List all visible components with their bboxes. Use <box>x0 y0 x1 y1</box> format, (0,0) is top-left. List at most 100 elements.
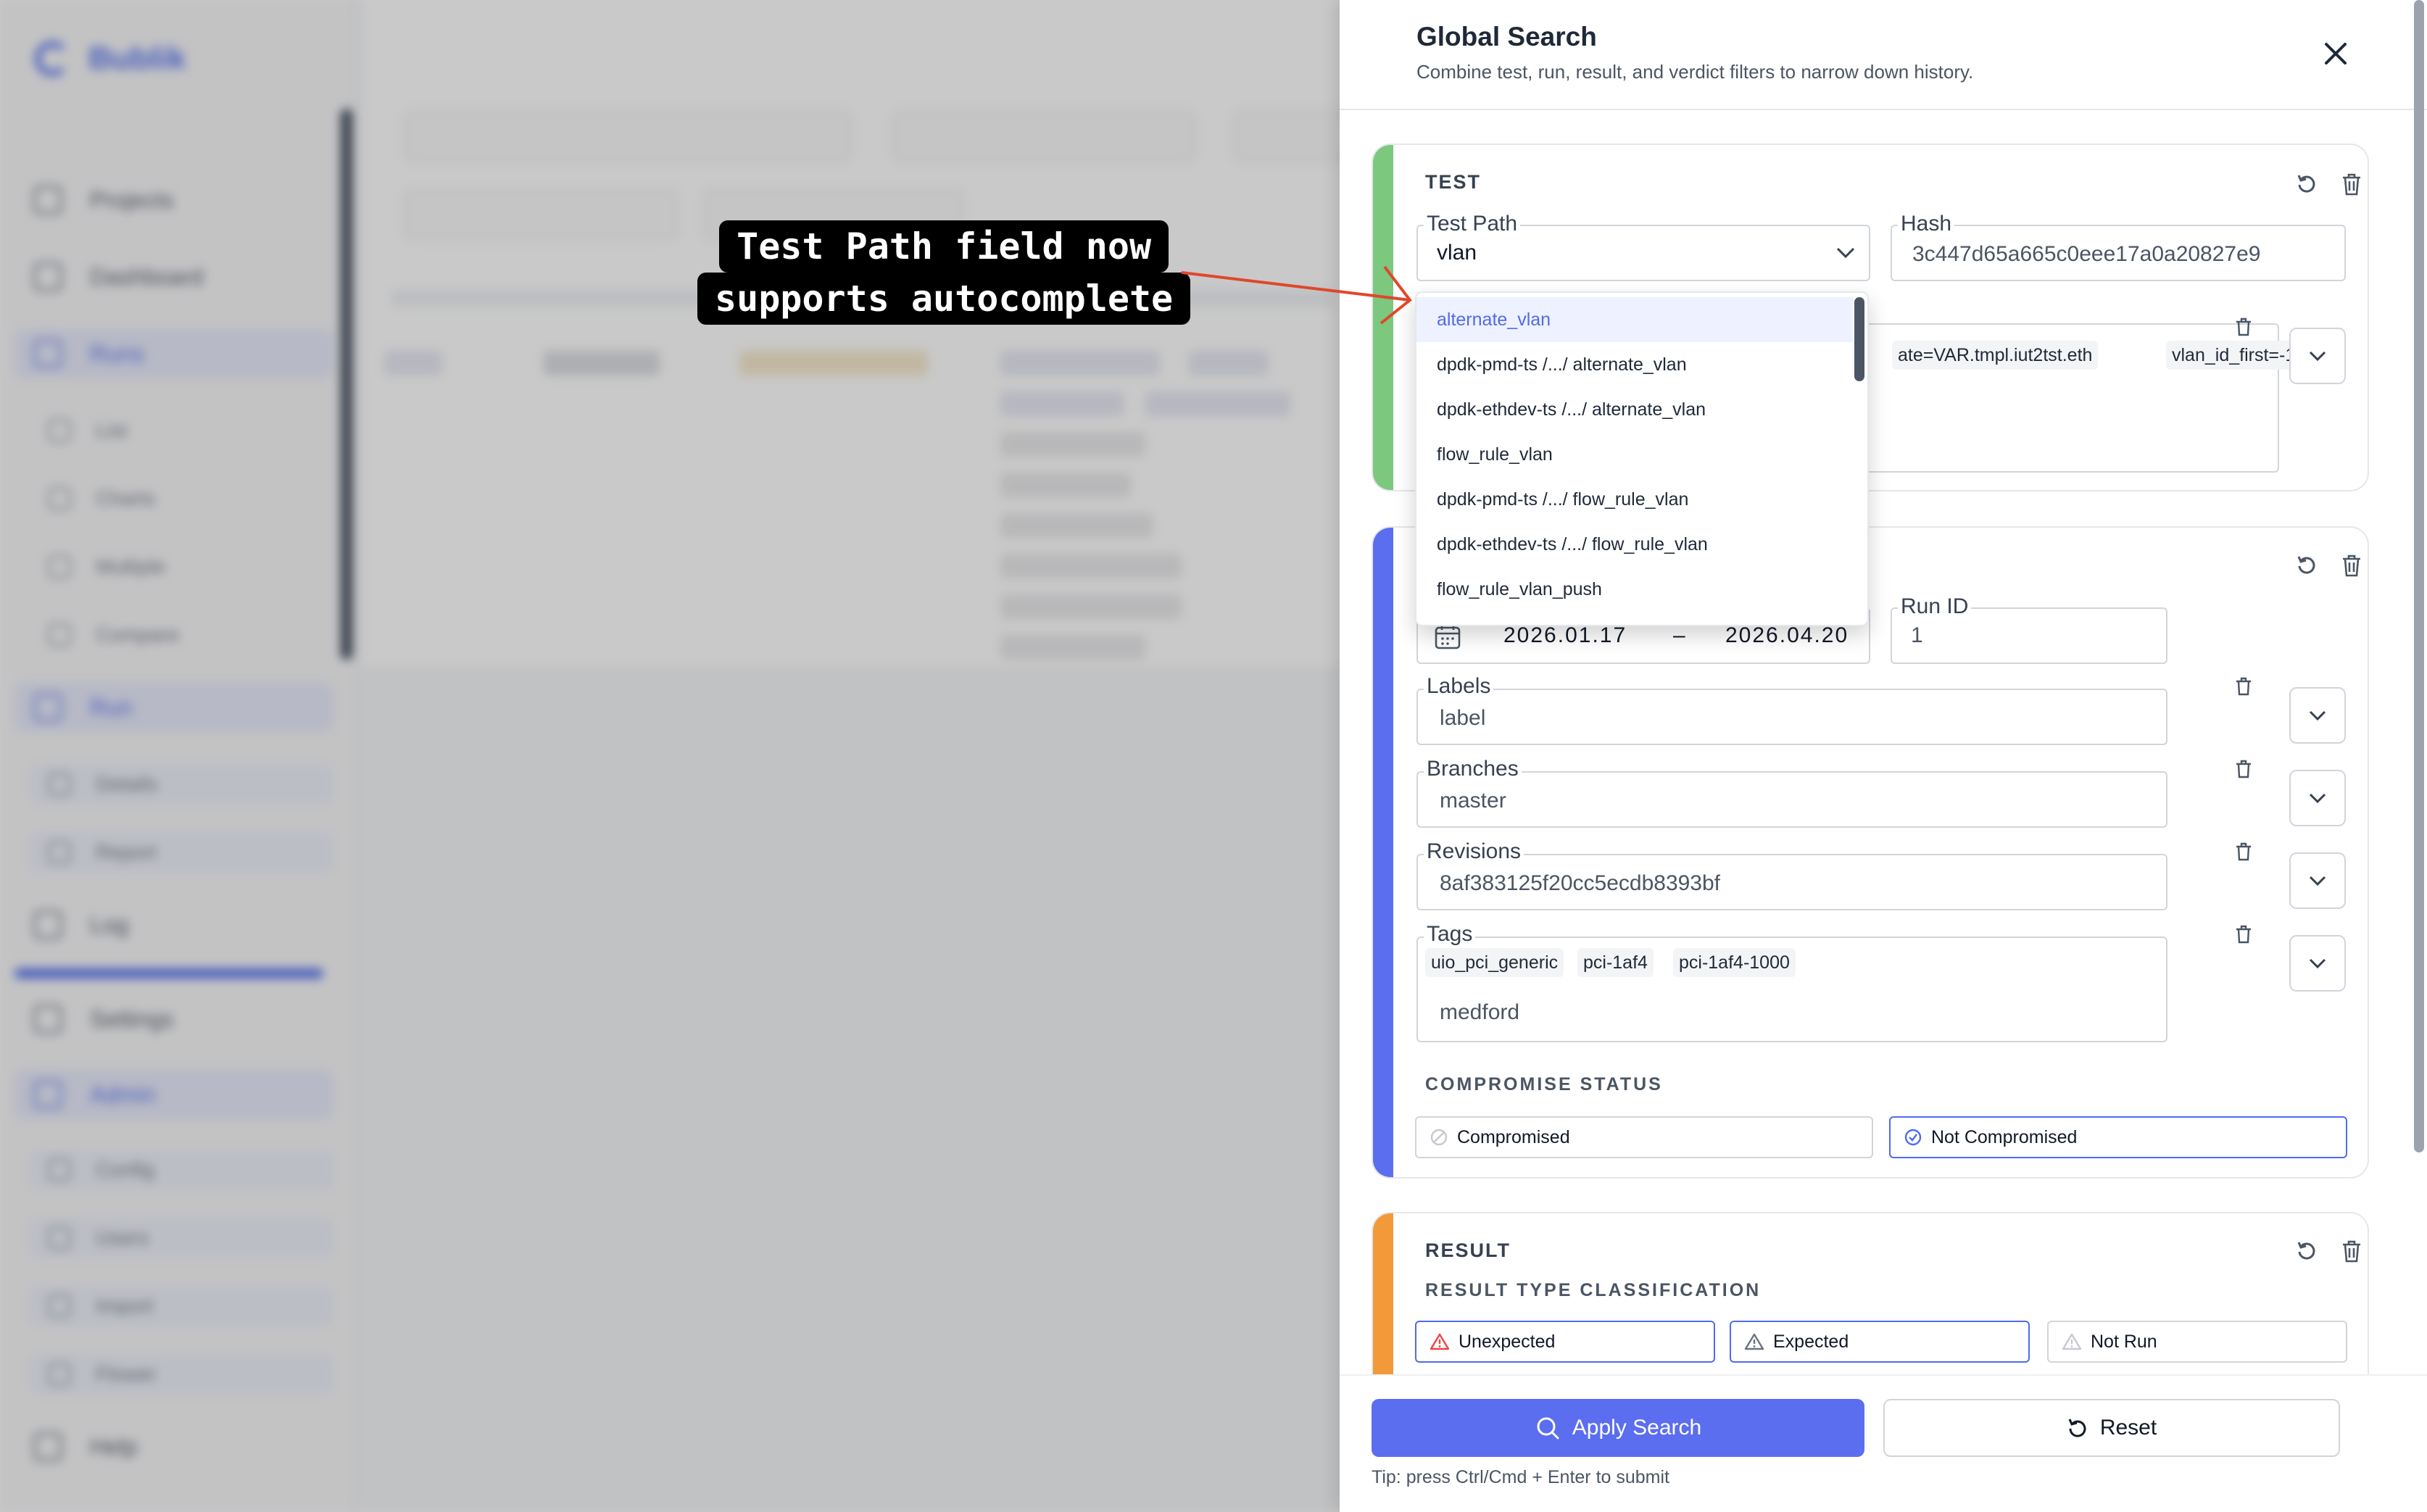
delete-branches-button[interactable] <box>2233 758 2254 780</box>
warning-icon <box>2062 1333 2082 1350</box>
compromised-label: Compromised <box>1457 1126 1570 1147</box>
apply-search-label: Apply Search <box>1572 1416 1702 1440</box>
reset-icon <box>2297 175 2315 193</box>
reset-test-button[interactable] <box>2291 168 2323 200</box>
test-path-value: vlan <box>1437 241 1477 265</box>
revisions-value: 8af383125f20cc5ecdb8393bf <box>1440 871 1721 895</box>
date-end: 2026.04.20 <box>1725 623 1849 647</box>
run-id-value: 1 <box>1911 623 1923 647</box>
chevron-down-icon <box>1836 247 1855 259</box>
trash-icon <box>2236 925 2251 944</box>
reset-result-button[interactable] <box>2291 1235 2323 1267</box>
delete-test-button[interactable] <box>2336 168 2368 200</box>
reset-icon <box>2297 1242 2315 1260</box>
tag-chip[interactable]: pci-1af4 <box>1577 948 1654 977</box>
autocomplete-option[interactable]: flow_rule_vlan <box>1416 432 1853 477</box>
run-stripe <box>1373 528 1393 1177</box>
check-circle-icon <box>1904 1129 1922 1146</box>
search-icon <box>1537 1417 1559 1440</box>
expected-label: Expected <box>1773 1331 1849 1352</box>
warning-icon <box>1744 1333 1764 1350</box>
labels-label: Labels <box>1424 674 1494 699</box>
chevron-down-icon <box>2309 793 2326 804</box>
delete-parameters-button[interactable] <box>2233 316 2254 338</box>
expected-option[interactable]: Expected <box>1730 1321 2030 1363</box>
trash-icon <box>2236 677 2251 696</box>
revisions-input[interactable]: 8af383125f20cc5ecdb8393bf <box>1416 854 2167 910</box>
trash-icon <box>2236 842 2251 861</box>
reset-label: Reset <box>2099 1416 2157 1440</box>
panel-title: Global Search <box>1416 22 1597 51</box>
tags-input-value: medford <box>1440 1000 1520 1024</box>
test-path-label: Test Path <box>1424 212 1521 236</box>
reset-button[interactable]: Reset <box>1883 1399 2340 1457</box>
compromised-option[interactable]: Compromised <box>1415 1116 1873 1158</box>
expand-tags-button[interactable] <box>2289 935 2346 992</box>
expand-labels-button[interactable] <box>2289 687 2346 744</box>
chevron-down-icon <box>2309 958 2326 969</box>
parameter-chip[interactable]: vlan_id_first=-1 <box>2166 341 2302 370</box>
callout-line-2: supports autocomplete <box>697 273 1191 325</box>
autocomplete-option[interactable]: dpdk-pmd-ts /.../ alternate_vlan <box>1416 342 1853 387</box>
tag-chip[interactable]: uio_pci_generic <box>1425 948 1564 977</box>
annotation-callout: Test Path field now supports autocomplet… <box>697 220 1191 325</box>
run-id-label: Run ID <box>1898 594 1972 619</box>
tags-label: Tags <box>1424 922 1476 947</box>
branches-value: master <box>1440 789 1506 813</box>
date-start: 2026.01.17 <box>1503 623 1627 647</box>
hash-input[interactable]: 3c447d65a665c0eee17a0a20827e9 <box>1891 225 2346 281</box>
trash-icon <box>2236 317 2251 336</box>
panel-subtitle: Combine test, run, result, and verdict f… <box>1416 61 1974 83</box>
parameter-chip[interactable]: ate=VAR.tmpl.iut2tst.eth <box>1892 341 2099 370</box>
panel-footer: Apply Search Reset Tip: press Ctrl/Cmd +… <box>1340 1374 2427 1512</box>
trash-icon <box>2343 554 2360 577</box>
expand-parameters-button[interactable] <box>2289 328 2346 384</box>
reset-icon <box>2297 556 2315 574</box>
labels-input[interactable]: label <box>1416 689 2167 745</box>
delete-labels-button[interactable] <box>2233 676 2254 697</box>
chevron-down-icon <box>2309 351 2326 362</box>
tags-input[interactable]: uio_pci_generic pci-1af4 pci-1af4-1000 m… <box>1416 936 2167 1042</box>
global-search-panel: Global Search Combine test, run, result,… <box>1340 0 2427 1512</box>
not-run-option[interactable]: Not Run <box>2047 1321 2347 1363</box>
trash-icon <box>2236 760 2251 778</box>
delete-result-button[interactable] <box>2336 1235 2368 1267</box>
hash-value: 3c447d65a665c0eee17a0a20827e9 <box>1912 242 2261 266</box>
autocomplete-option[interactable]: dpdk-ethdev-ts /.../ flow_rule_vlan <box>1416 522 1853 567</box>
result-section-title: RESULT <box>1425 1239 1511 1261</box>
not-compromised-option[interactable]: Not Compromised <box>1889 1116 2347 1158</box>
expand-revisions-button[interactable] <box>2289 852 2346 909</box>
tag-chip[interactable]: pci-1af4-1000 <box>1673 948 1796 977</box>
delete-run-button[interactable] <box>2336 549 2368 581</box>
expand-branches-button[interactable] <box>2289 770 2346 826</box>
ban-icon <box>1430 1129 1448 1146</box>
autocomplete-option[interactable]: alternate_vlan <box>1416 297 1853 342</box>
hash-label: Hash <box>1898 212 1955 236</box>
branches-input[interactable]: master <box>1416 771 2167 828</box>
unexpected-option[interactable]: Unexpected <box>1415 1321 1715 1363</box>
submit-tip: Tip: press Ctrl/Cmd + Enter to submit <box>1372 1467 1669 1487</box>
chevron-down-icon <box>2309 710 2326 721</box>
not-compromised-label: Not Compromised <box>1931 1126 2078 1147</box>
close-button[interactable] <box>2317 35 2355 72</box>
not-run-label: Not Run <box>2091 1331 2157 1352</box>
autocomplete-scrollbar[interactable] <box>1854 297 1864 381</box>
revisions-label: Revisions <box>1424 839 1524 864</box>
trash-icon <box>2343 1240 2360 1263</box>
autocomplete-option[interactable]: flow_rule_vlan_push <box>1416 567 1853 612</box>
autocomplete-option[interactable]: dpdk-ethdev-ts /.../ alternate_vlan <box>1416 387 1853 432</box>
autocomplete-option[interactable]: dpdk-pmd-ts /.../ flow_rule_vlan <box>1416 477 1853 522</box>
calendar-icon <box>1435 625 1461 649</box>
callout-line-1: Test Path field now <box>719 220 1169 273</box>
unexpected-label: Unexpected <box>1459 1331 1556 1352</box>
reset-run-button[interactable] <box>2291 549 2323 581</box>
callout-arrow <box>1181 265 1412 325</box>
labels-value: label <box>1440 706 1486 730</box>
panel-header: Global Search Combine test, run, result,… <box>1340 0 2427 110</box>
branches-label: Branches <box>1424 757 1522 781</box>
delete-revisions-button[interactable] <box>2233 841 2254 863</box>
close-icon <box>2325 43 2347 65</box>
apply-search-button[interactable]: Apply Search <box>1372 1399 1864 1457</box>
delete-tags-button[interactable] <box>2233 923 2254 945</box>
panel-scrollbar[interactable] <box>2414 0 2424 1152</box>
